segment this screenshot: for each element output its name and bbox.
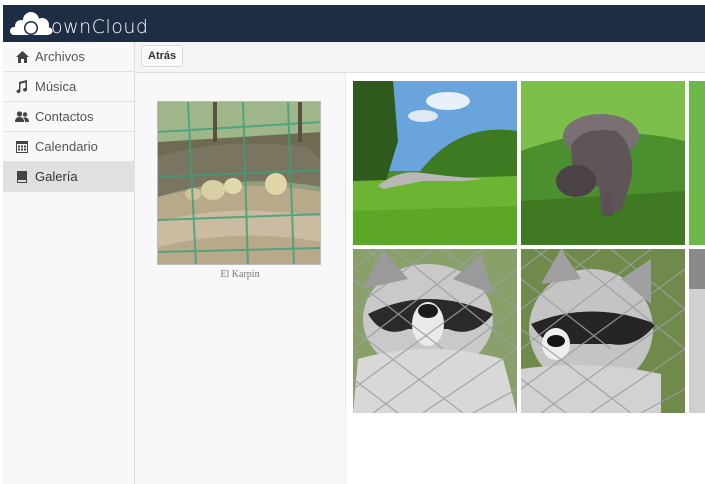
- logo-text: ownCloud: [51, 16, 149, 38]
- calendar-icon: [15, 140, 29, 154]
- album-thumbnail[interactable]: [157, 101, 321, 265]
- contacts-icon: [15, 110, 29, 124]
- album-cover-image: [158, 102, 320, 264]
- album-panel: El Karpin: [135, 73, 346, 484]
- owncloud-logo[interactable]: ownCloud: [9, 8, 148, 40]
- forest-photo: [689, 81, 705, 245]
- sidebar-item-label: Contactos: [35, 109, 94, 124]
- sidebar-item-label: Calendario: [35, 139, 98, 154]
- sidebar-item-musica[interactable]: Música: [3, 72, 134, 102]
- photo-thumbnail[interactable]: [689, 249, 705, 413]
- photo-thumbnail[interactable]: [353, 81, 517, 245]
- photo-thumbnail[interactable]: [353, 249, 517, 413]
- photo-thumbnail[interactable]: [689, 81, 705, 245]
- gallery-icon: [15, 170, 29, 184]
- dinosaur-meadow-photo: [353, 81, 517, 245]
- sidebar-item-label: Archivos: [35, 49, 85, 64]
- sidebar-item-archivos[interactable]: Archivos: [3, 42, 134, 72]
- photo-thumbnail[interactable]: [521, 81, 685, 245]
- sidebar-item-label: Galería: [35, 169, 78, 184]
- top-header: ownCloud: [3, 5, 705, 42]
- sidebar-item-label: Música: [35, 79, 77, 94]
- raccoon-photo: [353, 249, 517, 413]
- back-button[interactable]: Atrás: [141, 45, 184, 67]
- sidebar-navigation: Archivos Música Contactos Calendario Gal…: [3, 42, 135, 484]
- gallery-toolbar: Atrás: [135, 42, 705, 73]
- sidebar-item-galeria[interactable]: Galería: [3, 162, 134, 192]
- album-name: El Karpin: [220, 269, 260, 280]
- sidebar-item-calendario[interactable]: Calendario: [3, 132, 134, 162]
- music-note-icon: [15, 80, 29, 94]
- raccoon-photo: [689, 249, 705, 413]
- raccoon-photo: [521, 249, 685, 413]
- photo-thumbnail[interactable]: [521, 249, 685, 413]
- sidebar-item-contactos[interactable]: Contactos: [3, 102, 134, 132]
- triceratops-photo: [521, 81, 685, 245]
- home-icon: [15, 50, 29, 64]
- cloud-logo-icon: [10, 12, 53, 35]
- photo-grid: [353, 81, 705, 413]
